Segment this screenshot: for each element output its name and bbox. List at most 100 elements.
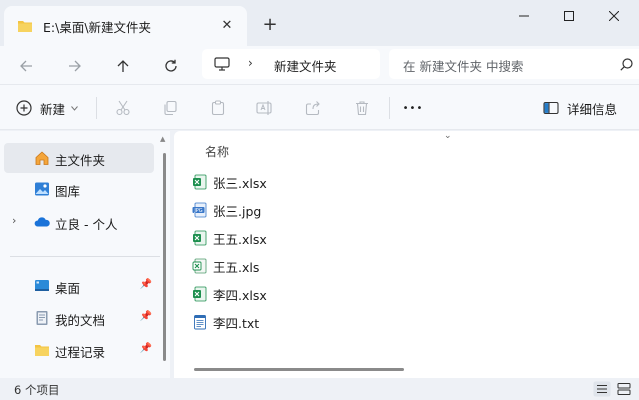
arrow-left-icon [20, 60, 32, 72]
file-item[interactable]: 王五.xlsx [192, 226, 267, 250]
file-item[interactable]: JPG 张三.jpg [192, 198, 261, 222]
file-list-scrollbar[interactable] [194, 368, 404, 371]
chevron-right-icon[interactable]: › [248, 56, 253, 70]
file-name: 李四.txt [213, 315, 260, 331]
sidebar-item-label: 我的文档 [55, 313, 106, 328]
file-name: 张三.xlsx [213, 175, 267, 191]
svg-text:JPG: JPG [193, 208, 202, 214]
plus-circle-icon [16, 100, 32, 116]
excel-file-icon [193, 230, 207, 246]
tab-current-folder[interactable]: E:\桌面\新建文件夹 ✕ [4, 6, 247, 46]
jpg-file-icon: JPG [192, 202, 207, 218]
search-box[interactable]: 在 新建文件夹 中搜索 [389, 49, 639, 79]
pin-icon[interactable]: 📌 [140, 311, 152, 322]
new-button[interactable]: 新建 [16, 94, 86, 122]
sidebar-item-onedrive[interactable]: › 立良 - 个人 [4, 207, 154, 237]
breadcrumb-current[interactable]: 新建文件夹 [274, 56, 337, 75]
address-bar[interactable]: › 新建文件夹 [202, 49, 380, 79]
home-icon [35, 151, 49, 165]
cut-button[interactable] [110, 94, 136, 122]
item-count: 6 个项目 [14, 383, 60, 397]
rename-button[interactable] [252, 94, 278, 122]
chevron-right-icon[interactable]: › [12, 214, 16, 227]
maximize-icon [564, 11, 574, 21]
sidebar-item-gallery[interactable]: 图库 [4, 174, 154, 204]
sidebar-item-documents[interactable]: 我的文档 📌 [4, 303, 154, 333]
monitor-icon [214, 57, 230, 71]
sidebar-scrollbar[interactable] [163, 153, 166, 361]
sidebar-item-label: 桌面 [55, 281, 81, 296]
onedrive-icon [34, 217, 50, 227]
close-window-button[interactable] [591, 0, 637, 32]
title-bar: E:\桌面\新建文件夹 ✕ + [0, 0, 639, 46]
file-item[interactable]: 张三.xlsx [192, 170, 267, 194]
details-pane-icon [543, 101, 559, 115]
file-name: 王五.xls [213, 259, 260, 275]
search-icon [620, 58, 633, 71]
file-name: 王五.xlsx [213, 231, 267, 247]
sidebar-item-label: 图库 [55, 184, 81, 199]
text-file-icon [194, 315, 206, 330]
back-button[interactable] [12, 52, 40, 80]
clipboard-icon [211, 100, 225, 116]
folder-icon [18, 21, 32, 32]
paste-button[interactable] [205, 94, 231, 122]
sidebar-item-label: 立良 - 个人 [55, 217, 118, 232]
toolbar-divider [96, 97, 97, 119]
share-icon [305, 101, 320, 116]
scroll-up-arrow-icon[interactable]: ▲ [160, 135, 165, 143]
sidebar-divider [10, 256, 160, 257]
search-input[interactable]: 在 新建文件夹 中搜索 [403, 56, 523, 75]
column-header-name[interactable]: 名称 [205, 143, 229, 160]
pin-icon[interactable]: 📌 [140, 343, 152, 354]
file-name: 李四.xlsx [213, 287, 267, 303]
pin-icon[interactable]: 📌 [140, 279, 152, 290]
scissors-icon [116, 100, 130, 116]
excel-file-icon [193, 286, 207, 302]
file-list: ⌄ 名称 张三.xlsx JPG 张三.jpg 王五.xlsx 王五.xls 李… [174, 131, 639, 378]
file-item[interactable]: 李四.txt [192, 310, 259, 334]
navigation-pane: 主文件夹 图库 › 立良 - 个人 桌面 📌 我的文档 📌 过程记录 📌 ▲ [0, 131, 170, 378]
documents-icon [36, 311, 48, 325]
file-item[interactable]: 李四.xlsx [192, 282, 267, 306]
folder-icon [35, 345, 49, 356]
command-bar: 新建 ••• 详细信息 [0, 84, 639, 130]
chevron-down-icon [71, 105, 78, 111]
toolbar-divider [389, 97, 390, 119]
sidebar-item-label: 主文件夹 [55, 153, 106, 168]
gallery-icon [35, 182, 49, 196]
close-tab-button[interactable]: ✕ [217, 15, 237, 35]
details-button[interactable]: 详细信息 [543, 94, 627, 122]
details-button-label: 详细信息 [567, 101, 618, 117]
refresh-button[interactable] [157, 52, 185, 80]
refresh-icon [165, 59, 177, 72]
sidebar-item-label: 过程记录 [55, 345, 106, 360]
file-name: 张三.jpg [213, 203, 262, 219]
sidebar-item-home[interactable]: 主文件夹 [4, 143, 154, 173]
tab-title: E:\桌面\新建文件夹 [43, 19, 152, 35]
up-button[interactable] [109, 52, 137, 80]
maximize-button[interactable] [546, 0, 592, 32]
status-bar: 6 个项目 [0, 378, 639, 400]
sort-chevron-icon[interactable]: ⌄ [444, 131, 452, 141]
sidebar-item-desktop[interactable]: 桌面 📌 [4, 271, 154, 301]
trash-icon [356, 101, 368, 116]
rename-icon [256, 101, 272, 115]
share-button[interactable] [300, 94, 326, 122]
copy-button[interactable] [157, 94, 183, 122]
file-item[interactable]: 王五.xls [192, 254, 259, 278]
desktop-icon [35, 280, 49, 291]
minimize-button[interactable] [501, 0, 547, 32]
minimize-icon [519, 15, 529, 17]
sidebar-item-process-records[interactable]: 过程记录 📌 [4, 335, 154, 365]
tiles-view-icon[interactable] [615, 381, 633, 397]
details-view-icon[interactable] [593, 381, 611, 397]
forward-button[interactable] [61, 52, 89, 80]
close-icon [609, 11, 619, 21]
new-tab-button[interactable]: + [258, 12, 282, 36]
arrow-right-icon [69, 60, 81, 72]
more-options-button[interactable]: ••• [400, 94, 426, 122]
navigation-bar: › 新建文件夹 在 新建文件夹 中搜索 [0, 46, 639, 84]
new-button-label: 新建 [40, 101, 66, 117]
delete-button[interactable] [349, 94, 375, 122]
